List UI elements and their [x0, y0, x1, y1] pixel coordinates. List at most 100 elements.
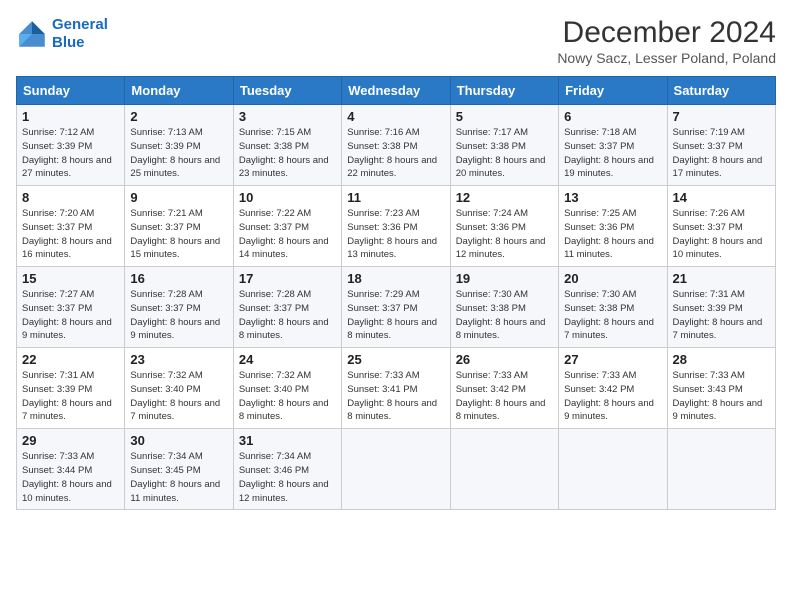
- day-info: Sunrise: 7:33 AMSunset: 3:42 PMDaylight:…: [564, 369, 661, 424]
- day-info: Sunrise: 7:17 AMSunset: 3:38 PMDaylight:…: [456, 126, 553, 181]
- logo-icon: [16, 18, 48, 50]
- day-info: Sunrise: 7:23 AMSunset: 3:36 PMDaylight:…: [347, 207, 444, 262]
- day-number: 13: [564, 190, 661, 205]
- day-info: Sunrise: 7:33 AMSunset: 3:44 PMDaylight:…: [22, 450, 119, 505]
- calendar-week-row: 29 Sunrise: 7:33 AMSunset: 3:44 PMDayligh…: [17, 429, 776, 510]
- calendar-cell: 22 Sunrise: 7:31 AMSunset: 3:39 PMDayligh…: [17, 348, 125, 429]
- day-number: 5: [456, 109, 553, 124]
- header-saturday: Saturday: [667, 77, 775, 105]
- calendar-cell: 16 Sunrise: 7:28 AMSunset: 3:37 PMDayligh…: [125, 267, 233, 348]
- day-info: Sunrise: 7:28 AMSunset: 3:37 PMDaylight:…: [239, 288, 336, 343]
- day-number: 18: [347, 271, 444, 286]
- logo-line1: General: [52, 16, 108, 33]
- calendar-cell: 29 Sunrise: 7:33 AMSunset: 3:44 PMDayligh…: [17, 429, 125, 510]
- day-number: 2: [130, 109, 227, 124]
- day-number: 22: [22, 352, 119, 367]
- day-info: Sunrise: 7:27 AMSunset: 3:37 PMDaylight:…: [22, 288, 119, 343]
- calendar-cell: 20 Sunrise: 7:30 AMSunset: 3:38 PMDayligh…: [559, 267, 667, 348]
- day-info: Sunrise: 7:34 AMSunset: 3:45 PMDaylight:…: [130, 450, 227, 505]
- calendar-cell: 23 Sunrise: 7:32 AMSunset: 3:40 PMDayligh…: [125, 348, 233, 429]
- calendar-cell: 6 Sunrise: 7:18 AMSunset: 3:37 PMDaylight…: [559, 105, 667, 186]
- day-number: 31: [239, 433, 336, 448]
- day-info: Sunrise: 7:28 AMSunset: 3:37 PMDaylight:…: [130, 288, 227, 343]
- calendar-cell: 21 Sunrise: 7:31 AMSunset: 3:39 PMDayligh…: [667, 267, 775, 348]
- calendar-cell: 30 Sunrise: 7:34 AMSunset: 3:45 PMDayligh…: [125, 429, 233, 510]
- calendar-cell: 28Sunrise: 7:33 AMSunset: 3:43 PMDayligh…: [667, 348, 775, 429]
- day-number: 14: [673, 190, 770, 205]
- header-thursday: Thursday: [450, 77, 558, 105]
- calendar-cell: 3 Sunrise: 7:15 AMSunset: 3:38 PMDaylight…: [233, 105, 341, 186]
- calendar-cell: 26Sunrise: 7:33 AMSunset: 3:42 PMDayligh…: [450, 348, 558, 429]
- calendar-cell: 19 Sunrise: 7:30 AMSunset: 3:38 PMDayligh…: [450, 267, 558, 348]
- day-info: Sunrise: 7:30 AMSunset: 3:38 PMDaylight:…: [456, 288, 553, 343]
- calendar-cell: [342, 429, 450, 510]
- day-info: Sunrise: 7:20 AMSunset: 3:37 PMDaylight:…: [22, 207, 119, 262]
- calendar-cell: 25 Sunrise: 7:33 AMSunset: 3:41 PMDayligh…: [342, 348, 450, 429]
- calendar-cell: 12Sunrise: 7:24 AMSunset: 3:36 PMDayligh…: [450, 186, 558, 267]
- day-info: Sunrise: 7:29 AMSunset: 3:37 PMDaylight:…: [347, 288, 444, 343]
- day-info: Sunrise: 7:18 AMSunset: 3:37 PMDaylight:…: [564, 126, 661, 181]
- header-monday: Monday: [125, 77, 233, 105]
- day-number: 26: [456, 352, 553, 367]
- calendar-header-row: SundayMondayTuesdayWednesdayThursdayFrid…: [17, 77, 776, 105]
- day-number: 20: [564, 271, 661, 286]
- header-sunday: Sunday: [17, 77, 125, 105]
- calendar-week-row: 15 Sunrise: 7:27 AMSunset: 3:37 PMDayligh…: [17, 267, 776, 348]
- logo-line2: Blue: [52, 34, 85, 51]
- page-subtitle: Nowy Sacz, Lesser Poland, Poland: [557, 50, 776, 66]
- calendar-cell: [450, 429, 558, 510]
- day-number: 3: [239, 109, 336, 124]
- day-number: 10: [239, 190, 336, 205]
- day-info: Sunrise: 7:30 AMSunset: 3:38 PMDaylight:…: [564, 288, 661, 343]
- day-number: 15: [22, 271, 119, 286]
- calendar-cell: 4Sunrise: 7:16 AMSunset: 3:38 PMDaylight…: [342, 105, 450, 186]
- day-info: Sunrise: 7:32 AMSunset: 3:40 PMDaylight:…: [239, 369, 336, 424]
- logo: General Blue: [16, 16, 108, 52]
- day-number: 29: [22, 433, 119, 448]
- calendar-cell: 2 Sunrise: 7:13 AMSunset: 3:39 PMDaylight…: [125, 105, 233, 186]
- calendar-cell: 10Sunrise: 7:22 AMSunset: 3:37 PMDayligh…: [233, 186, 341, 267]
- day-number: 11: [347, 190, 444, 205]
- day-number: 23: [130, 352, 227, 367]
- calendar-cell: [559, 429, 667, 510]
- day-number: 4: [347, 109, 444, 124]
- day-info: Sunrise: 7:13 AMSunset: 3:39 PMDaylight:…: [130, 126, 227, 181]
- calendar-cell: 15 Sunrise: 7:27 AMSunset: 3:37 PMDayligh…: [17, 267, 125, 348]
- calendar-cell: 7Sunrise: 7:19 AMSunset: 3:37 PMDaylight…: [667, 105, 775, 186]
- calendar-cell: 24Sunrise: 7:32 AMSunset: 3:40 PMDayligh…: [233, 348, 341, 429]
- calendar-cell: [667, 429, 775, 510]
- calendar-cell: 13Sunrise: 7:25 AMSunset: 3:36 PMDayligh…: [559, 186, 667, 267]
- calendar-cell: 17Sunrise: 7:28 AMSunset: 3:37 PMDayligh…: [233, 267, 341, 348]
- calendar-cell: 18 Sunrise: 7:29 AMSunset: 3:37 PMDayligh…: [342, 267, 450, 348]
- day-number: 19: [456, 271, 553, 286]
- day-info: Sunrise: 7:31 AMSunset: 3:39 PMDaylight:…: [673, 288, 770, 343]
- day-number: 6: [564, 109, 661, 124]
- day-number: 25: [347, 352, 444, 367]
- day-number: 8: [22, 190, 119, 205]
- calendar-table: SundayMondayTuesdayWednesdayThursdayFrid…: [16, 76, 776, 510]
- day-info: Sunrise: 7:32 AMSunset: 3:40 PMDaylight:…: [130, 369, 227, 424]
- day-info: Sunrise: 7:26 AMSunset: 3:37 PMDaylight:…: [673, 207, 770, 262]
- header-friday: Friday: [559, 77, 667, 105]
- day-number: 30: [130, 433, 227, 448]
- day-number: 1: [22, 109, 119, 124]
- day-number: 16: [130, 271, 227, 286]
- logo-text: General Blue: [52, 16, 108, 52]
- day-number: 21: [673, 271, 770, 286]
- day-info: Sunrise: 7:19 AMSunset: 3:37 PMDaylight:…: [673, 126, 770, 181]
- header-wednesday: Wednesday: [342, 77, 450, 105]
- day-info: Sunrise: 7:15 AMSunset: 3:38 PMDaylight:…: [239, 126, 336, 181]
- calendar-cell: 14 Sunrise: 7:26 AMSunset: 3:37 PMDayligh…: [667, 186, 775, 267]
- day-info: Sunrise: 7:31 AMSunset: 3:39 PMDaylight:…: [22, 369, 119, 424]
- calendar-cell: 5 Sunrise: 7:17 AMSunset: 3:38 PMDaylight…: [450, 105, 558, 186]
- calendar-week-row: 8 Sunrise: 7:20 AMSunset: 3:37 PMDaylight…: [17, 186, 776, 267]
- calendar-cell: 31Sunrise: 7:34 AMSunset: 3:46 PMDayligh…: [233, 429, 341, 510]
- calendar-cell: 8 Sunrise: 7:20 AMSunset: 3:37 PMDaylight…: [17, 186, 125, 267]
- day-number: 9: [130, 190, 227, 205]
- day-number: 28: [673, 352, 770, 367]
- day-info: Sunrise: 7:33 AMSunset: 3:41 PMDaylight:…: [347, 369, 444, 424]
- day-info: Sunrise: 7:24 AMSunset: 3:36 PMDaylight:…: [456, 207, 553, 262]
- calendar-cell: 9Sunrise: 7:21 AMSunset: 3:37 PMDaylight…: [125, 186, 233, 267]
- header-tuesday: Tuesday: [233, 77, 341, 105]
- page-title: December 2024: [557, 16, 776, 50]
